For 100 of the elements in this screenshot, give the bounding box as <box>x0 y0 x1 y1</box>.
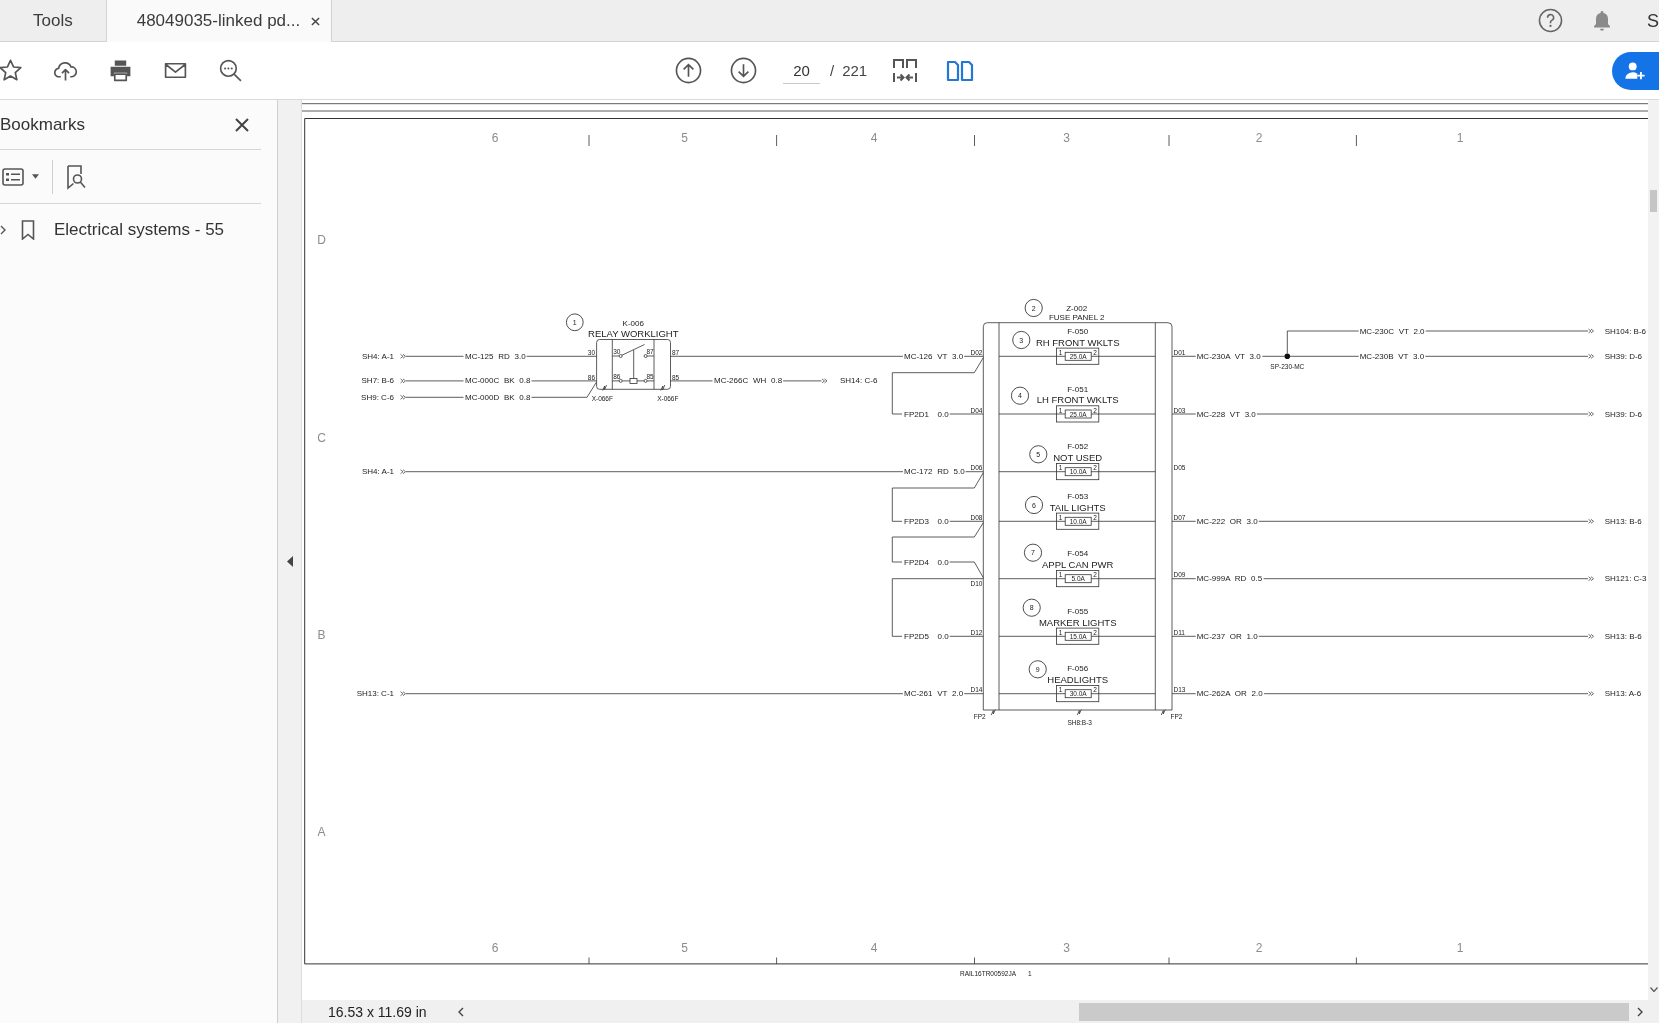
vertical-scrollbar[interactable] <box>1648 100 1659 1000</box>
component-ref: Z-002 <box>1066 303 1088 313</box>
row-letter: D <box>317 233 326 247</box>
row-letter: B <box>317 628 326 642</box>
double-chevron-icon <box>400 394 406 400</box>
component-name: MARKER LIGHTS <box>1038 616 1117 628</box>
scrollbar-thumb[interactable] <box>1078 1002 1629 1021</box>
column-number: 4 <box>870 941 878 955</box>
wire-line <box>1171 355 1197 357</box>
column-number: 4 <box>870 130 878 145</box>
bell-icon[interactable] <box>1592 9 1612 32</box>
printer-icon[interactable] <box>108 58 133 83</box>
search-icon[interactable] <box>218 58 243 83</box>
fuse-symbol <box>1056 512 1100 530</box>
component-ref: F-051 <box>1067 384 1089 394</box>
document-tab[interactable]: Tools <box>0 0 106 41</box>
component-name: LH FRONT WKLTS <box>1036 394 1119 406</box>
wire-label: MC-230A VT 3.0 <box>1196 351 1261 361</box>
break-mark-icon <box>990 709 996 716</box>
sheet-reference: SH121: C-3 <box>1604 574 1647 584</box>
column-number: 5 <box>681 130 688 145</box>
person-plus-icon <box>1624 59 1646 82</box>
account-initial[interactable]: S <box>1647 11 1659 30</box>
wire-label: MC-000D BK 0.8 <box>465 392 531 402</box>
wire-line <box>405 355 464 357</box>
chevron-down-icon[interactable] <box>1649 987 1658 992</box>
component-name: NOT USED <box>1053 451 1103 463</box>
wire-label: MC-172 RD 5.0 <box>904 467 965 477</box>
double-chevron-icon <box>1588 518 1594 524</box>
fuse-symbol <box>1056 685 1100 703</box>
column-number: 1 <box>1456 941 1464 955</box>
wire-line <box>782 380 822 382</box>
sheet-reference: SH39: D-6 <box>1604 351 1643 361</box>
wire-label: FP2D1 0.0 <box>904 409 949 419</box>
component-ref: F-053 <box>1067 491 1089 501</box>
caret-left-icon[interactable] <box>286 555 293 567</box>
close-icon[interactable] <box>235 117 249 132</box>
chevron-right-icon[interactable] <box>1637 1006 1643 1017</box>
wire-label: MC-230B VT 3.0 <box>1359 351 1425 361</box>
list-options-icon[interactable] <box>2 167 24 186</box>
star-icon[interactable] <box>0 58 23 83</box>
scrollbar-thumb[interactable] <box>1650 190 1657 212</box>
wire-line <box>1171 520 1197 522</box>
double-chevron-icon <box>400 691 406 697</box>
wire-label: FP2D3 0.0 <box>904 516 949 526</box>
component-ref: F-052 <box>1067 442 1089 452</box>
wire-label: MC-125 RD 3.0 <box>465 351 526 361</box>
component-name: APPL CAN PWR <box>1041 558 1114 570</box>
component-name: HEADLIGHTS <box>1047 673 1109 685</box>
share-button[interactable] <box>1612 51 1659 90</box>
wire-line <box>1171 693 1197 695</box>
break-mark-icon <box>1160 709 1166 716</box>
break-mark-icon <box>602 384 607 391</box>
wire-line <box>405 380 464 382</box>
bookmark-label[interactable]: Electrical systems - 55 <box>54 220 225 240</box>
chevron-left-icon[interactable] <box>457 1006 464 1017</box>
wire-line <box>670 380 713 382</box>
wire-line <box>405 396 464 398</box>
component-ref: F-050 <box>1067 326 1089 336</box>
wire-line <box>963 693 984 695</box>
arrow-up-circle-icon[interactable] <box>675 57 702 84</box>
page-number-field[interactable]: 20 <box>783 57 820 84</box>
fuse-symbol <box>1056 347 1100 365</box>
wire-label: MC-262A OR 2.0 <box>1196 689 1263 699</box>
component-name: RH FRONT WKLTS <box>1035 336 1120 348</box>
component-ref: F-056 <box>1067 664 1089 674</box>
sheet-reference: SH7: B-6 <box>361 376 394 386</box>
wire-label: MC-230C VT 2.0 <box>1359 326 1425 336</box>
close-icon[interactable] <box>311 16 321 26</box>
column-number: 6 <box>491 130 499 145</box>
double-chevron-icon <box>400 353 406 359</box>
fit-page-icon[interactable] <box>891 56 920 85</box>
double-chevron-icon <box>821 378 828 384</box>
wire-label: MC-222 OR 3.0 <box>1196 516 1258 526</box>
column-number: 1 <box>1456 130 1464 145</box>
wire-label: MC-999A RD 0.5 <box>1196 574 1263 584</box>
double-chevron-icon <box>1588 353 1594 359</box>
column-number: 6 <box>491 941 499 955</box>
double-chevron-icon <box>1588 328 1594 334</box>
fuse-symbol <box>1056 463 1100 481</box>
chevron-right-icon[interactable] <box>0 225 6 235</box>
double-chevron-icon <box>1588 411 1594 417</box>
bookmark-search-icon[interactable] <box>65 163 87 190</box>
double-chevron-icon <box>400 378 406 384</box>
document-tab[interactable]: 48049035-linked pd... <box>105 0 333 42</box>
caret-down-icon[interactable] <box>32 174 39 179</box>
two-page-icon[interactable] <box>946 58 975 83</box>
page-separator: / <box>830 62 835 79</box>
double-chevron-icon <box>1588 691 1594 697</box>
component-ref: F-054 <box>1067 549 1089 559</box>
arrow-down-circle-icon[interactable] <box>730 57 757 84</box>
fuse-symbol <box>1056 570 1100 588</box>
break-mark-icon <box>1076 709 1082 716</box>
wire-line <box>1171 413 1197 415</box>
row-letter: C <box>317 431 326 445</box>
sheet-reference: SH13: A-6 <box>1604 689 1642 699</box>
component-ref: F-055 <box>1067 606 1089 616</box>
help-icon[interactable] <box>1538 8 1563 33</box>
fuse-symbol <box>1056 627 1100 645</box>
wire-label: MC-266C WH 0.8 <box>714 376 783 386</box>
